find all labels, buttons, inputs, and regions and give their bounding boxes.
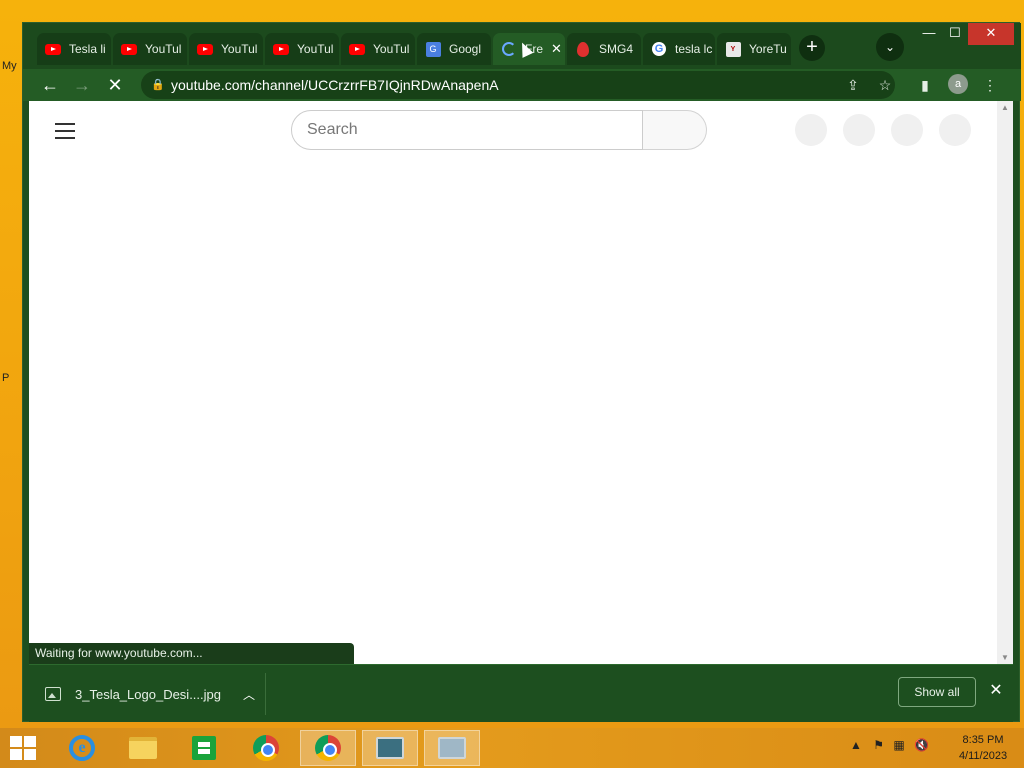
tab-title: SMG4 — [599, 42, 634, 56]
browser-tab[interactable]: Tesla li — [37, 33, 111, 65]
youtube-icon — [197, 41, 213, 57]
youtube-icon — [45, 41, 61, 57]
file-explorer-icon[interactable] — [115, 730, 171, 766]
monitor-app-icon[interactable] — [424, 730, 480, 766]
browser-tab[interactable]: G Googl — [417, 33, 491, 65]
status-bubble: Waiting for www.youtube.com... — [29, 643, 354, 664]
browser-tab[interactable]: Gtesla lc — [643, 33, 715, 65]
forward-arrow-icon[interactable]: → — [69, 73, 95, 99]
tab-title: YoreTu — [749, 42, 787, 56]
window-close-button[interactable]: ✕ — [968, 23, 1014, 45]
scroll-up-arrow-icon[interactable]: ▲ — [1001, 103, 1009, 112]
back-arrow-icon[interactable]: ← — [37, 73, 63, 99]
loading-spinner-icon — [501, 41, 517, 57]
url-text: youtube.com/channel/UCCrzrrFB7IQjnRDwAna… — [171, 77, 499, 93]
tab-title: Tesla li — [69, 42, 106, 56]
volume-muted-icon[interactable]: 🔇 — [914, 738, 929, 752]
menu-kebab-icon[interactable]: ⋮ — [978, 73, 1002, 97]
browser-tab[interactable]: YouTul — [113, 33, 187, 65]
placeholder-icon — [795, 114, 827, 146]
browser-tab[interactable]: YouTul — [265, 33, 339, 65]
search-input[interactable]: Search — [291, 110, 643, 150]
tab-close-icon[interactable]: ✕ — [551, 41, 562, 57]
browser-window: Tesla li YouTul YouTul YouTul YouTul G Go… — [22, 22, 1021, 722]
tab-title: YouTul — [373, 42, 410, 56]
yore-icon: Y — [725, 41, 741, 57]
download-file-name: 3_Tesla_Logo_Desi....jpg — [75, 686, 221, 702]
system-clock[interactable]: 8:35 PM 4/11/2023 — [950, 732, 1016, 764]
chrome-active-icon[interactable] — [300, 730, 356, 766]
flag-icon[interactable]: ⚑ — [873, 738, 884, 752]
tab-title: YouTul — [221, 42, 258, 56]
minimize-button[interactable]: — — [916, 23, 942, 45]
windows-start-button[interactable] — [10, 736, 36, 760]
lock-icon: 🔒 — [151, 79, 165, 91]
fire-icon — [575, 41, 591, 57]
maximize-button[interactable]: ☐ — [942, 23, 968, 45]
chrome-icon[interactable] — [238, 730, 294, 766]
taskbar: e ▲ ⚑ ▦ 🔇 8:35 PM 4/11/2023 — [0, 728, 1024, 768]
divider — [265, 673, 266, 715]
stop-loading-icon[interactable]: ✕ — [102, 73, 128, 99]
page-viewport: Search — [29, 101, 997, 664]
placeholder-icon — [843, 114, 875, 146]
show-all-button[interactable]: Show all — [898, 677, 976, 707]
tray-expand-icon[interactable]: ▲ — [850, 738, 862, 752]
close-icon[interactable]: ✕ — [986, 681, 1006, 701]
network-icon[interactable]: ▦ — [893, 738, 904, 752]
profile-avatar[interactable]: a — [948, 74, 968, 94]
share-icon[interactable]: ⇪ — [841, 73, 865, 97]
new-tab-button[interactable]: + — [799, 35, 825, 61]
browser-toolbar: ← → ✕ 🔒 youtube.com/channel/UCCrzrrFB7IQ… — [23, 69, 1021, 101]
browser-tab[interactable]: SMG4 — [567, 33, 641, 65]
address-bar[interactable]: 🔒 youtube.com/channel/UCCrzrrFB7IQjnRDwA… — [141, 71, 895, 99]
clock-time: 8:35 PM — [962, 734, 1004, 746]
placeholder-icon — [939, 114, 971, 146]
side-panel-icon[interactable]: ▮ — [913, 73, 937, 97]
browser-tab[interactable]: Y YoreTu — [717, 33, 791, 65]
chevron-up-icon[interactable]: ︿ — [243, 686, 255, 703]
tab-search-button[interactable]: ⌄ — [876, 33, 904, 61]
page-scrollbar[interactable]: ▲ ▼ — [997, 101, 1013, 664]
scroll-down-arrow-icon[interactable]: ▼ — [1001, 653, 1009, 662]
desktop-icon-label: P — [2, 372, 10, 384]
bookmark-star-icon[interactable]: ☆ — [873, 73, 897, 97]
tab-title: YouTul — [145, 42, 182, 56]
image-file-icon — [45, 687, 61, 701]
tab-title: YouTul — [297, 42, 334, 56]
youtube-icon — [349, 41, 365, 57]
system-tray: ▲ ⚑ ▦ 🔇 — [850, 738, 929, 752]
search-button[interactable] — [643, 110, 707, 150]
store-icon[interactable] — [176, 730, 232, 766]
download-item[interactable]: 3_Tesla_Logo_Desi....jpg ︿ — [45, 680, 269, 708]
task-manager-icon[interactable] — [362, 730, 418, 766]
tab-title: Googl — [449, 42, 482, 56]
clock-date: 4/11/2023 — [958, 750, 1008, 762]
youtube-icon — [273, 41, 289, 57]
browser-tab[interactable]: YouTul — [189, 33, 263, 65]
internet-explorer-icon[interactable]: e — [54, 730, 110, 766]
google-icon: G — [651, 41, 667, 57]
hamburger-menu-icon[interactable] — [55, 123, 75, 139]
youtube-icon — [121, 41, 137, 57]
browser-tab[interactable]: YouTul — [341, 33, 415, 65]
tab-title: tesla lc — [675, 42, 713, 56]
desktop-icon-label: My — [2, 60, 17, 72]
google-translate-icon: G — [425, 41, 441, 57]
placeholder-icon — [891, 114, 923, 146]
download-bar: 3_Tesla_Logo_Desi....jpg ︿ Show all ✕ — [29, 664, 1013, 722]
